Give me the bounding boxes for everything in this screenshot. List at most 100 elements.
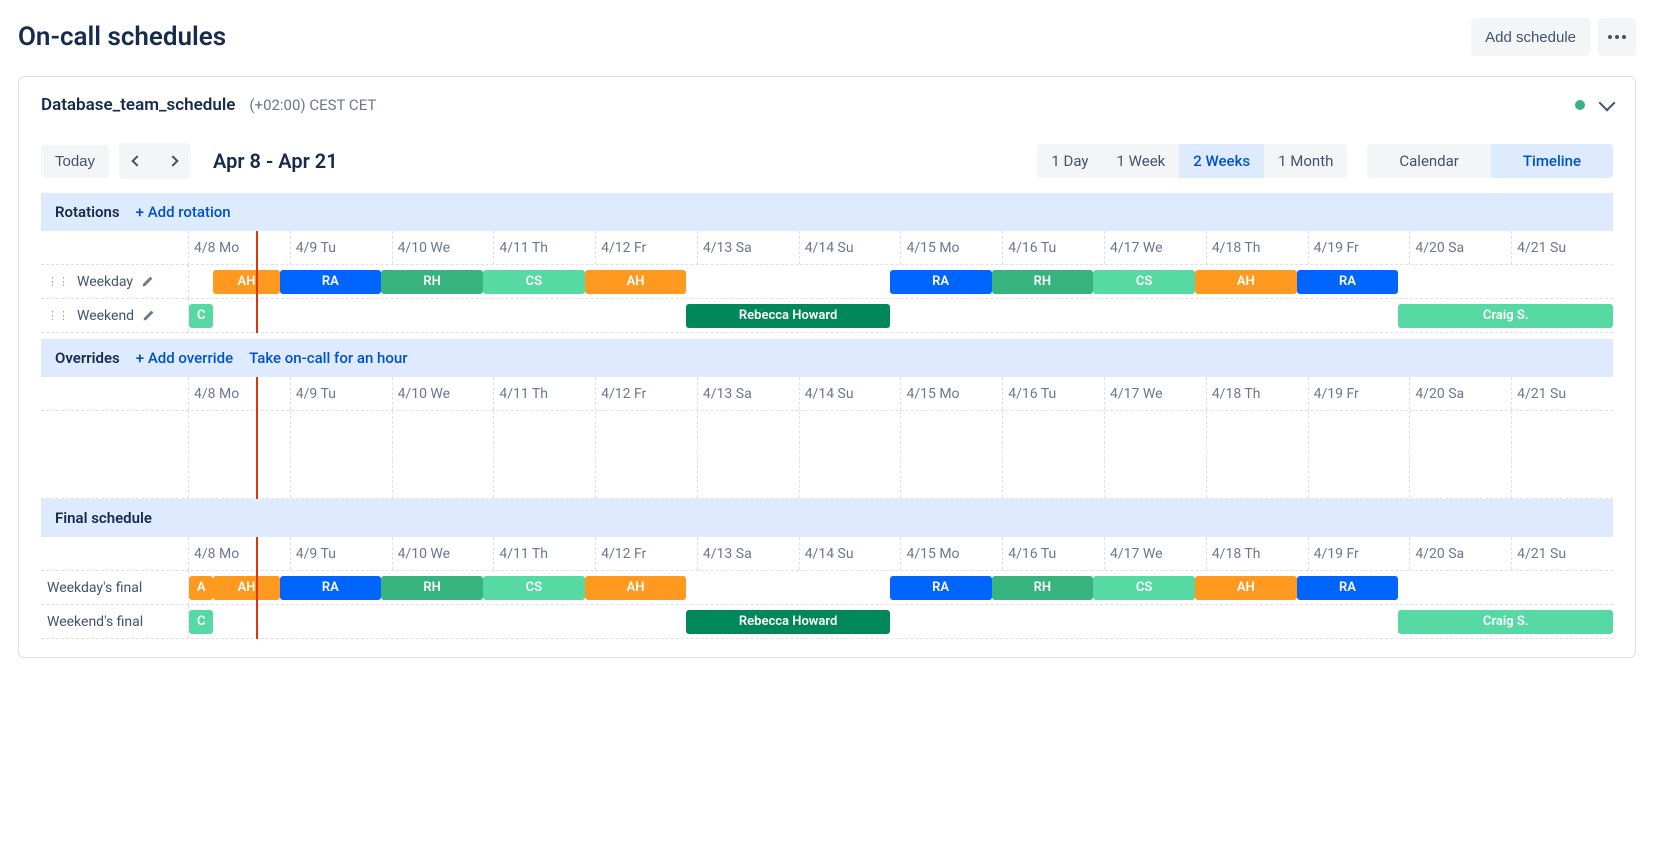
range-selector: 1 Day 1 Week 2 Weeks 1 Month: [1037, 144, 1347, 178]
date-header-cell: 4/18 Th: [1207, 537, 1309, 570]
date-header-cell: 4/11 Th: [494, 537, 596, 570]
date-header-cell: 4/20 Sa: [1410, 377, 1512, 410]
date-header-cell: 4/20 Sa: [1410, 231, 1512, 264]
date-header-cell: 4/14 Su: [800, 377, 902, 410]
shift-bar[interactable]: C: [189, 610, 213, 634]
shift-bar[interactable]: AH: [1195, 576, 1297, 600]
row-label-weekday: Weekday: [77, 274, 133, 290]
date-header-cell: 4/9 Tu: [291, 537, 393, 570]
shift-bar[interactable]: AH: [585, 270, 687, 294]
shift-bar[interactable]: AH: [213, 576, 279, 600]
shift-bar[interactable]: CS: [1093, 576, 1195, 600]
date-header-cell: 4/11 Th: [494, 377, 596, 410]
view-selector: Calendar Timeline: [1367, 144, 1613, 178]
shift-bar[interactable]: RA: [1297, 270, 1399, 294]
shift-bar[interactable]: RH: [992, 576, 1094, 600]
shift-bar[interactable]: Craig S.: [1398, 304, 1613, 328]
overrides-header: Overrides + Add override Take on-call fo…: [41, 339, 1613, 377]
date-header-cell: 4/17 We: [1105, 377, 1207, 410]
final-header: Final schedule: [41, 499, 1613, 537]
shift-bar[interactable]: Rebecca Howard: [686, 304, 889, 328]
prev-button[interactable]: [119, 143, 155, 179]
shift-bar[interactable]: C: [189, 304, 213, 328]
chevron-right-icon: [167, 155, 178, 166]
range-1week[interactable]: 1 Week: [1103, 144, 1180, 178]
view-calendar[interactable]: Calendar: [1367, 144, 1491, 178]
range-1month[interactable]: 1 Month: [1264, 144, 1347, 178]
shift-bar[interactable]: CS: [1093, 270, 1195, 294]
date-header-cell: 4/21 Su: [1512, 377, 1613, 410]
shift-bar[interactable]: RA: [890, 576, 992, 600]
drag-handle-icon[interactable]: ⋮⋮: [47, 279, 69, 285]
date-header-cell: 4/12 Fr: [596, 231, 698, 264]
shift-bar[interactable]: RH: [381, 270, 483, 294]
rotations-title: Rotations: [55, 203, 120, 221]
date-header-cell: 4/21 Su: [1512, 537, 1613, 570]
more-actions-button[interactable]: [1598, 18, 1636, 56]
date-header-cell: 4/12 Fr: [596, 537, 698, 570]
next-button[interactable]: [155, 143, 191, 179]
chevron-down-icon[interactable]: [1599, 95, 1616, 112]
date-header-cell: 4/12 Fr: [596, 377, 698, 410]
add-override-link[interactable]: + Add override: [136, 349, 233, 367]
range-2weeks[interactable]: 2 Weeks: [1179, 144, 1264, 178]
date-header-cell: 4/10 We: [393, 377, 495, 410]
edit-icon[interactable]: [142, 309, 155, 322]
date-header-cell: 4/8 Mo: [189, 231, 291, 264]
drag-handle-icon[interactable]: ⋮⋮: [47, 313, 69, 319]
date-header-cell: 4/16 Tu: [1003, 537, 1105, 570]
add-schedule-button[interactable]: Add schedule: [1471, 18, 1590, 56]
date-header-cell: 4/21 Su: [1512, 231, 1613, 264]
date-header-cell: 4/10 We: [393, 231, 495, 264]
shift-bar[interactable]: RH: [381, 576, 483, 600]
view-timeline[interactable]: Timeline: [1491, 144, 1613, 178]
date-header-cell: 4/11 Th: [494, 231, 596, 264]
shift-bar[interactable]: RA: [890, 270, 992, 294]
schedule-card: Database_team_schedule (+02:00) CEST CET…: [18, 76, 1636, 658]
shift-bar[interactable]: A: [189, 576, 213, 600]
date-header-cell: 4/9 Tu: [291, 377, 393, 410]
status-indicator-icon: [1575, 100, 1585, 110]
date-header-cell: 4/19 Fr: [1309, 231, 1411, 264]
shift-bar[interactable]: RA: [280, 576, 382, 600]
add-rotation-link[interactable]: + Add rotation: [136, 203, 231, 221]
date-header-cell: 4/13 Sa: [698, 537, 800, 570]
shift-bar[interactable]: RA: [1297, 576, 1399, 600]
final-title: Final schedule: [55, 509, 152, 527]
shift-bar[interactable]: AH: [1195, 270, 1297, 294]
edit-icon[interactable]: [141, 275, 154, 288]
shift-bar[interactable]: Craig S.: [1398, 610, 1613, 634]
date-header-cell: 4/14 Su: [800, 231, 902, 264]
date-header-cell: 4/10 We: [393, 537, 495, 570]
final-timeline: 4/8 Mo4/9 Tu4/10 We4/11 Th4/12 Fr4/13 Sa…: [41, 537, 1613, 639]
schedule-name: Database_team_schedule: [41, 95, 235, 115]
date-header-cell: 4/13 Sa: [698, 231, 800, 264]
overrides-timeline: 4/8 Mo4/9 Tu4/10 We4/11 Th4/12 Fr4/13 Sa…: [41, 377, 1613, 499]
date-header-cell: 4/15 Mo: [901, 377, 1003, 410]
date-header-cell: 4/17 We: [1105, 231, 1207, 264]
shift-bar[interactable]: AH: [213, 270, 279, 294]
take-oncall-link[interactable]: Take on-call for an hour: [249, 349, 407, 367]
overrides-title: Overrides: [55, 349, 120, 367]
ellipsis-icon: [1608, 35, 1626, 39]
row-label-weekend-final: Weekend's final: [47, 614, 143, 630]
date-range-label: Apr 8 - Apr 21: [213, 149, 338, 173]
shift-bar[interactable]: CS: [483, 576, 585, 600]
shift-bar[interactable]: CS: [483, 270, 585, 294]
date-header-cell: 4/17 We: [1105, 537, 1207, 570]
range-1day[interactable]: 1 Day: [1037, 144, 1102, 178]
shift-bar[interactable]: AH: [585, 576, 687, 600]
date-header-cell: 4/14 Su: [800, 537, 902, 570]
shift-bar[interactable]: Rebecca Howard: [686, 610, 889, 634]
date-header-cell: 4/9 Tu: [291, 231, 393, 264]
shift-bar[interactable]: RA: [280, 270, 382, 294]
schedule-timezone: (+02:00) CEST CET: [249, 96, 376, 114]
rotations-header: Rotations + Add rotation: [41, 193, 1613, 231]
rotations-timeline: 4/8 Mo4/9 Tu4/10 We4/11 Th4/12 Fr4/13 Sa…: [41, 231, 1613, 333]
date-header-cell: 4/20 Sa: [1410, 537, 1512, 570]
today-button[interactable]: Today: [41, 145, 109, 178]
row-label-weekend: Weekend: [77, 308, 134, 324]
row-label-weekday-final: Weekday's final: [47, 580, 142, 596]
shift-bar[interactable]: RH: [992, 270, 1094, 294]
date-header-cell: 4/19 Fr: [1309, 377, 1411, 410]
